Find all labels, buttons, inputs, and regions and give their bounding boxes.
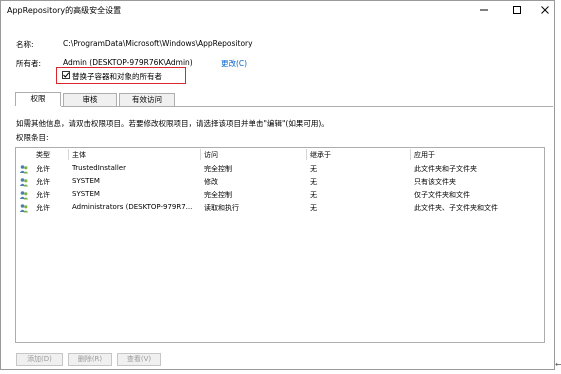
advanced-security-window: AppRepository的高级安全设置 名称: C:\ProgramData\… [0,0,555,370]
cell-access: 读取和执行 [204,204,239,212]
cell-type: 允许 [36,178,50,186]
column-header-access[interactable]: 访问 [204,150,218,160]
close-button[interactable] [532,3,558,17]
cell-applies: 仅子文件夹和文件 [414,191,470,199]
cell-principal: SYSTEM [72,177,100,185]
entries-label: 权限条目: [16,133,49,142]
checkmark-icon [63,72,70,78]
user-group-icon [19,191,29,200]
remove-button[interactable]: 删除(R) [68,353,112,366]
cell-inherited: 无 [310,204,317,212]
view-button[interactable]: 查看(V) [117,353,161,366]
cell-principal: Administrators (DESKTOP-979R7... [72,203,193,211]
resize-arrow-icon: ← [555,360,561,369]
table-row[interactable]: 允许 SYSTEM 修改 无 只有该文件夹 [16,176,544,188]
name-value: C:\ProgramData\Microsoft\Windows\AppRepo… [63,39,253,48]
name-label: 名称: [16,40,34,49]
cell-inherited: 无 [310,191,317,199]
owner-value: Admin (DESKTOP-979R76K\Admin) [63,58,193,67]
cell-access: 完全控制 [204,165,232,173]
column-header-inherited[interactable]: 继承于 [310,150,331,160]
tab-permissions[interactable]: 权限 [15,92,61,106]
cell-principal: TrustedInstaller [72,164,126,172]
tab-effective-access[interactable]: 有效访问 [119,93,175,106]
table-row[interactable]: 允许 TrustedInstaller 完全控制 无 此文件夹和子文件夹 [16,163,544,175]
minimize-icon [480,9,488,11]
cell-access: 完全控制 [204,191,232,199]
column-header-applies[interactable]: 应用于 [414,150,435,160]
change-owner-link[interactable]: 更改(C) [221,58,247,69]
user-group-icon [19,165,29,174]
cell-access: 修改 [204,178,218,186]
column-header-type[interactable]: 类型 [36,150,50,160]
close-icon [541,6,549,14]
table-row[interactable]: 允许 SYSTEM 完全控制 无 仅子文件夹和文件 [16,189,544,201]
tab-underline [61,106,553,107]
tab-auditing[interactable]: 审核 [63,93,117,106]
minimize-button[interactable] [471,3,497,17]
cell-type: 允许 [36,191,50,199]
cell-applies: 此文件夹、子文件夹和文件 [414,204,498,212]
instructions-text: 如需其他信息，请双击权限项目。若要修改权限项目，请选择该项目并单击"编辑"(如果… [16,119,329,128]
cell-principal: SYSTEM [72,190,100,198]
table-row[interactable]: 允许 Administrators (DESKTOP-979R7... 读取和执… [16,202,544,214]
cell-type: 允许 [36,204,50,212]
cell-applies: 只有该文件夹 [414,178,456,186]
replace-owner-checkbox[interactable] [62,71,70,79]
maximize-button[interactable] [504,3,530,17]
owner-label: 所有者: [16,59,42,68]
user-group-icon [19,204,29,213]
cell-inherited: 无 [310,165,317,173]
cell-applies: 此文件夹和子文件夹 [414,165,477,173]
title-bar[interactable]: AppRepository的高级安全设置 [1,1,554,19]
replace-owner-label: 替换子容器和对象的所有者 [72,72,162,81]
maximize-icon [513,6,521,14]
add-button[interactable]: 添加(D) [16,353,63,366]
permission-entries-list[interactable]: 类型 主体 访问 继承于 应用于 允许 TrustedInstaller 完全控… [15,147,545,343]
cell-inherited: 无 [310,178,317,186]
window-title: AppRepository的高级安全设置 [7,6,122,15]
cell-type: 允许 [36,165,50,173]
user-group-icon [19,178,29,187]
column-header-principal[interactable]: 主体 [72,150,86,160]
